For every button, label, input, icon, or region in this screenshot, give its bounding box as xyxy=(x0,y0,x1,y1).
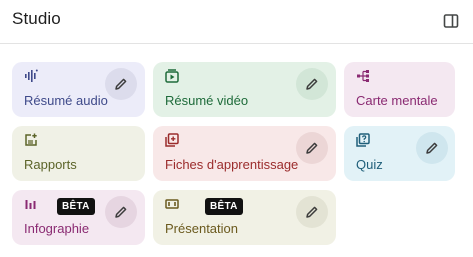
edit-button[interactable] xyxy=(105,196,137,228)
card-label: Résumé vidéo xyxy=(165,93,249,108)
mind-map-card[interactable]: Carte mentale xyxy=(344,62,455,117)
card-label: Rapports xyxy=(24,157,77,172)
edit-button[interactable] xyxy=(296,68,328,100)
bar-chart-icon xyxy=(23,196,39,212)
mind-map-icon xyxy=(355,68,371,84)
toggle-panel-button[interactable] xyxy=(438,8,464,34)
edit-button[interactable] xyxy=(296,196,328,228)
slides-icon xyxy=(164,196,180,212)
flashcards-icon xyxy=(164,132,180,148)
card-label: Quiz xyxy=(356,157,383,172)
presentation-card[interactable]: BÊTA Présentation xyxy=(153,190,336,245)
pencil-icon xyxy=(426,142,438,154)
card-label: Carte mentale xyxy=(356,93,438,108)
card-label: Résumé audio xyxy=(24,93,108,108)
card-label: Présentation xyxy=(165,221,238,236)
edit-button[interactable] xyxy=(105,68,137,100)
pencil-icon xyxy=(115,206,127,218)
pencil-icon xyxy=(306,142,318,154)
card-label: Fiches d'apprentissage xyxy=(165,157,299,172)
edit-button[interactable] xyxy=(296,132,328,164)
video-overview-card[interactable]: Résumé vidéo xyxy=(153,62,336,117)
beta-badge: BÊTA xyxy=(205,198,243,215)
beta-badge: BÊTA xyxy=(57,198,95,215)
studio-header: Studio xyxy=(0,0,473,44)
quiz-icon xyxy=(355,132,371,148)
audio-overview-card[interactable]: Résumé audio xyxy=(12,62,145,117)
pencil-icon xyxy=(115,78,127,90)
edit-button[interactable] xyxy=(416,132,448,164)
pencil-icon xyxy=(306,78,318,90)
reports-card[interactable]: Rapports xyxy=(12,126,145,181)
card-label: Infographie xyxy=(24,221,90,236)
video-play-icon xyxy=(164,68,180,84)
infographic-card[interactable]: BÊTA Infographie xyxy=(12,190,145,245)
flashcards-card[interactable]: Fiches d'apprentissage xyxy=(153,126,336,181)
quiz-card[interactable]: Quiz xyxy=(344,126,455,181)
audio-waveform-icon xyxy=(23,68,39,84)
side-panel-icon xyxy=(443,14,459,28)
report-add-icon xyxy=(23,132,39,148)
panel-title: Studio xyxy=(12,9,61,28)
pencil-icon xyxy=(306,206,318,218)
